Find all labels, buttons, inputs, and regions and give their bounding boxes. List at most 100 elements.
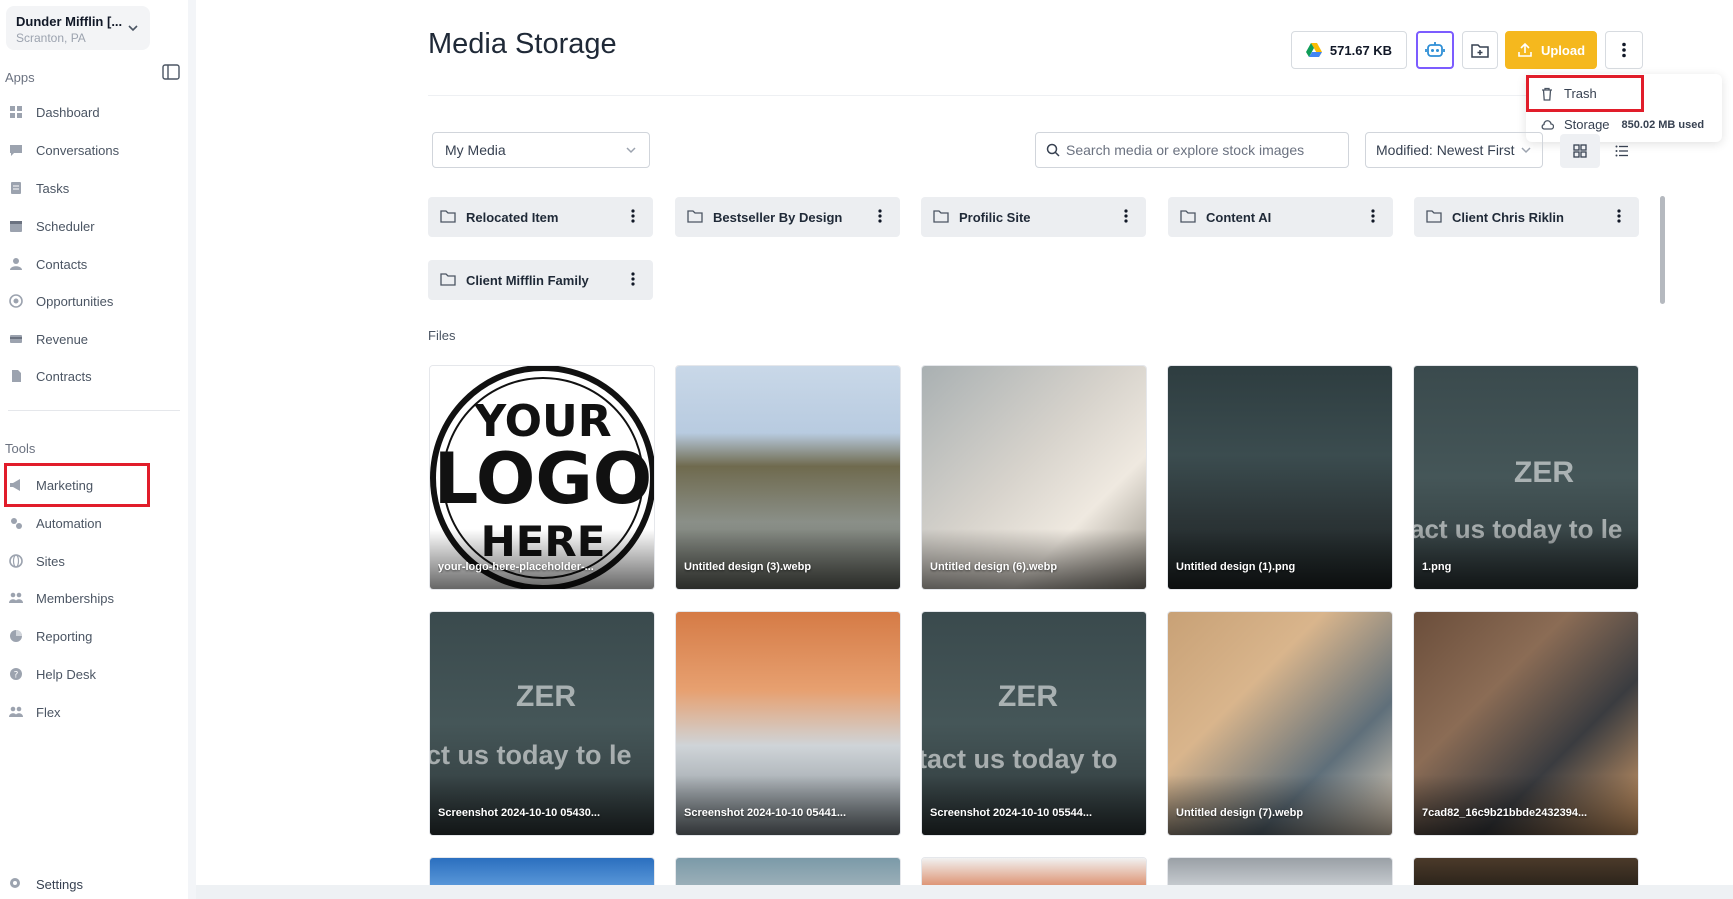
sidebar-item-contacts[interactable]: Contacts [8, 250, 178, 278]
search-input[interactable] [1066, 142, 1326, 158]
folder-item[interactable]: Profilic Site [921, 197, 1146, 237]
sidebar-collapse-icon[interactable] [162, 64, 180, 80]
tasks-icon [8, 180, 24, 196]
sidebar-item-label: Help Desk [36, 666, 96, 682]
kebab-icon[interactable] [625, 272, 641, 288]
group-icon [8, 704, 24, 720]
kebab-icon[interactable] [625, 209, 641, 225]
new-folder-button[interactable] [1462, 31, 1498, 69]
sidebar-item-scheduler[interactable]: Scheduler [8, 212, 178, 240]
bottom-bar [196, 885, 1733, 899]
folder-plus-icon [1471, 44, 1489, 58]
marketing-highlight-box [4, 463, 150, 507]
sidebar-item-memberships[interactable]: Memberships [8, 584, 178, 612]
sidebar-item-opportunities[interactable]: Opportunities [8, 287, 178, 315]
sidebar-gutter [188, 0, 196, 899]
sidebar-item-reporting[interactable]: Reporting [8, 622, 178, 650]
list-view-button[interactable] [1604, 134, 1640, 168]
folder-name: Relocated Item [466, 209, 559, 225]
file-card[interactable]: Screenshot 2024-10-10 05441... [675, 611, 901, 836]
sidebar-item-label: Dashboard [36, 104, 100, 120]
grid-view-button[interactable] [1560, 134, 1600, 168]
name-shade [1168, 529, 1392, 589]
sidebar-item-label: Contracts [36, 368, 92, 384]
person-icon [8, 256, 24, 272]
file-name: Screenshot 2024-10-10 05441... [684, 807, 847, 819]
sidebar-item-revenue[interactable]: Revenue [8, 325, 178, 353]
folder-item[interactable]: Relocated Item [428, 197, 653, 237]
more-options-button[interactable] [1605, 31, 1643, 69]
google-drive-button[interactable]: 571.67 KB [1291, 31, 1407, 69]
folder-item[interactable]: Client Mifflin Family [428, 260, 653, 300]
ai-assistant-button[interactable] [1416, 31, 1454, 69]
sidebar-item-label: Reporting [36, 628, 93, 644]
gears-icon [8, 515, 24, 531]
sidebar-item-automation[interactable]: Automation [8, 509, 178, 537]
kebab-icon[interactable] [1611, 209, 1627, 225]
group-icon [8, 590, 24, 606]
sidebar-item-flex[interactable]: Flex [8, 698, 178, 726]
file-card[interactable]: Untitled design (3).webp [675, 365, 901, 590]
sidebar-item-tasks[interactable]: Tasks [8, 174, 178, 202]
apps-section-label: Apps [5, 70, 35, 85]
dashboard-icon [8, 104, 24, 120]
sidebar-item-help-desk[interactable]: ? Help Desk [8, 660, 178, 688]
scrollbar-thumb[interactable] [1660, 196, 1665, 304]
folder-icon [1180, 209, 1196, 225]
sidebar-item-label: Conversations [36, 142, 120, 158]
folder-item[interactable]: Client Chris Riklin [1414, 197, 1639, 237]
menu-item-storage[interactable]: Storage 850.02 MB used [1540, 117, 1704, 132]
file-card[interactable]: Untitled design (1).png [1167, 365, 1393, 590]
sidebar-item-settings[interactable]: Settings [8, 876, 83, 892]
sidebar-divider [8, 410, 180, 411]
sort-select[interactable]: Modified: Newest First [1365, 132, 1543, 168]
folder-icon [1426, 209, 1442, 225]
sidebar-item-sites[interactable]: Sites [8, 547, 178, 575]
sidebar-item-label: Sites [36, 553, 65, 569]
gear-icon [8, 876, 24, 892]
sidebar-item-conversations[interactable]: Conversations [8, 136, 178, 164]
pie-chart-icon [8, 628, 24, 644]
name-shade [1168, 775, 1392, 835]
list-icon [1615, 145, 1628, 157]
file-name: Screenshot 2024-10-10 05544... [930, 807, 1093, 819]
header-divider [428, 95, 1533, 96]
logo-line-2: LOGO [434, 438, 653, 520]
sort-value: Modified: Newest First [1376, 142, 1515, 158]
menu-item-label: Storage [1564, 117, 1610, 132]
name-shade [430, 775, 654, 835]
tools-section-label: Tools [5, 441, 36, 456]
folder-item[interactable]: Bestseller By Design [675, 197, 900, 237]
folder-item[interactable]: Content AI [1168, 197, 1393, 237]
file-name: Untitled design (6).webp [930, 561, 1058, 573]
kebab-icon[interactable] [1365, 209, 1381, 225]
kebab-icon[interactable] [1118, 209, 1134, 225]
file-card[interactable]: ZER ct us today to le Screenshot 2024-10… [429, 611, 655, 836]
file-card[interactable]: ZER tact us today to Screenshot 2024-10-… [921, 611, 1147, 836]
card-icon [8, 331, 24, 347]
file-card[interactable]: YOUR LOGO HERE your-logo-here-placeholde… [429, 365, 655, 590]
file-name: Screenshot 2024-10-10 05430... [438, 807, 601, 819]
media-source-select[interactable]: My Media [432, 132, 650, 168]
file-card[interactable]: 7cad82_16c9b21bbde2432394... [1413, 611, 1639, 836]
account-switcher[interactable]: Dunder Mifflin [... Scranton, PA [6, 6, 150, 50]
sidebar-item-label: Flex [36, 704, 61, 720]
sidebar-item-label: Automation [36, 515, 102, 531]
file-name: Untitled design (1).png [1176, 561, 1296, 573]
sidebar-item-contracts[interactable]: Contracts [8, 362, 178, 390]
file-card[interactable]: Untitled design (6).webp [921, 365, 1147, 590]
chevron-down-icon [1521, 147, 1531, 154]
folder-name: Bestseller By Design [713, 209, 843, 225]
account-location: Scranton, PA [16, 31, 86, 45]
cloud-icon [1540, 118, 1554, 132]
file-card[interactable]: Untitled design (7).webp [1167, 611, 1393, 836]
upload-button[interactable]: Upload [1505, 31, 1597, 69]
kebab-icon[interactable] [872, 209, 888, 225]
search-field[interactable] [1035, 132, 1349, 168]
overlay-caption: ct us today to le [429, 740, 632, 770]
document-icon [8, 368, 24, 384]
sidebar-item-dashboard[interactable]: Dashboard [8, 98, 178, 126]
file-card[interactable]: ZER act us today to le 1.png [1413, 365, 1639, 590]
name-shade [676, 775, 900, 835]
name-shade [676, 529, 900, 589]
